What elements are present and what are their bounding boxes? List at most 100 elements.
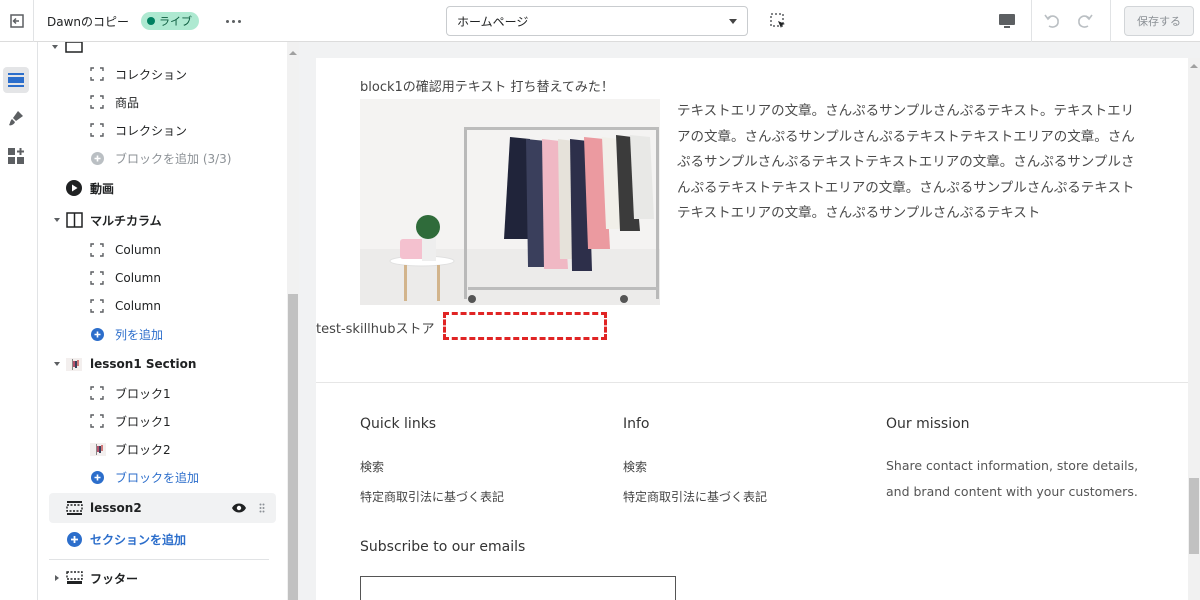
info-heading: Info: [623, 416, 650, 432]
apps-tab[interactable]: [3, 143, 29, 169]
selected-empty-block-outline[interactable]: [443, 312, 607, 340]
sidebar-item-collection[interactable]: コレクション: [38, 117, 287, 143]
add-circle-icon: [91, 151, 104, 165]
sidebar-item-label: ブロックを追加: [115, 470, 200, 485]
block-icon: [90, 414, 104, 428]
chevron-down-icon: [52, 45, 58, 49]
add-block-button[interactable]: ブロックを追加: [38, 464, 287, 490]
page-select-value: ホームページ: [457, 14, 529, 29]
dot-icon: [225, 19, 229, 23]
sidebar-item-block1[interactable]: ブロック1: [38, 380, 287, 406]
sidebar-item-label: ブロック1: [115, 386, 171, 401]
exit-icon: [9, 14, 24, 28]
image-thumb-icon: [90, 443, 106, 456]
sidebar-item-label: コレクション: [115, 67, 188, 82]
top-bar: Dawnのコピー ライブ ホームページ 保存する: [0, 0, 1200, 42]
add-section-button[interactable]: セクションを追加: [38, 526, 287, 552]
save-button[interactable]: 保存する: [1124, 6, 1194, 36]
theme-name: Dawnのコピー: [47, 15, 130, 29]
eye-icon[interactable]: [231, 502, 247, 514]
left-rail: [0, 42, 38, 600]
dot-icon: [231, 19, 235, 23]
chevron-down-icon: [54, 362, 60, 366]
add-column-button[interactable]: 列を追加: [38, 321, 287, 347]
status-badge-label: ライブ: [159, 15, 192, 28]
sidebar-item-label: セクションを追加: [90, 532, 187, 547]
exit-button[interactable]: [0, 0, 34, 42]
scroll-up-arrow-icon[interactable]: [1190, 64, 1198, 68]
sidebar-item-label: 商品: [115, 95, 140, 110]
sidebar-item-video[interactable]: 動画: [38, 175, 287, 201]
sidebar-scrollbar-thumb[interactable]: [288, 294, 298, 600]
preview-scrollbar-thumb[interactable]: [1189, 478, 1199, 554]
status-badge: ライブ: [141, 12, 199, 30]
sidebar-item-label: ブロックを追加 (3/3): [115, 151, 232, 166]
add-circle-icon: [91, 327, 104, 341]
sidebar-item-label: Column: [115, 299, 161, 313]
image-thumb-icon: [66, 358, 82, 371]
desktop-preview-icon[interactable]: [996, 10, 1018, 32]
email-input[interactable]: [360, 576, 676, 600]
add-block-button-disabled[interactable]: ブロックを追加 (3/3): [38, 145, 287, 171]
sidebar-partial-section[interactable]: [38, 42, 287, 60]
store-name-label: test-skillhubストア: [316, 322, 435, 337]
sections-icon: [8, 73, 24, 87]
clothes-rack-image: [360, 99, 660, 305]
sidebar-item-column[interactable]: Column: [38, 265, 287, 291]
chevron-down-icon: [54, 218, 60, 222]
sidebar-item-lesson1-section[interactable]: lesson1 Section: [38, 351, 287, 377]
footer-divider: [316, 382, 1188, 383]
undo-icon[interactable]: [1041, 10, 1063, 32]
apps-icon: [8, 148, 24, 164]
mission-text: Share contact information, store details…: [886, 458, 1139, 499]
clothes-rack-illustration: [360, 99, 660, 305]
redo-icon[interactable]: [1074, 10, 1096, 32]
sidebar-item-lesson2[interactable]: lesson2: [49, 493, 276, 523]
sidebar-item-label: マルチカラム: [90, 213, 162, 228]
sidebar-item-block2[interactable]: ブロック2: [38, 436, 287, 462]
scroll-up-arrow-icon[interactable]: [289, 51, 297, 55]
sidebar-item-block1[interactable]: ブロック1: [38, 408, 287, 434]
sections-tab[interactable]: [3, 67, 29, 93]
sidebar-item-footer[interactable]: フッター: [38, 565, 287, 591]
sidebar-item-label: ブロック1: [115, 414, 171, 429]
play-icon: [66, 180, 82, 196]
block-icon: [90, 123, 104, 137]
sidebar-item-column[interactable]: Column: [38, 237, 287, 263]
footer-link[interactable]: 特定商取引法に基づく表記: [360, 488, 504, 505]
sidebar-item-label: lesson2: [90, 501, 142, 515]
sidebar-item-label: 動画: [90, 181, 115, 196]
quick-links-heading: Quick links: [360, 416, 437, 432]
text-area-content: テキストエリアの文章。さんぷるサンプルさんぷるテキスト。テキストエリアの文章。さ…: [677, 103, 1135, 221]
sidebar-item-multicolumn[interactable]: マルチカラム: [38, 207, 287, 233]
toolbar-divider: [1110, 0, 1111, 42]
page-select[interactable]: ホームページ: [446, 6, 748, 36]
drag-handle-icon[interactable]: [259, 503, 265, 513]
add-circle-icon: [67, 531, 82, 547]
theme-settings-tab[interactable]: [3, 105, 29, 131]
inspector-icon[interactable]: [768, 11, 788, 31]
block-icon: [90, 243, 104, 257]
toolbar-divider: [1031, 0, 1032, 42]
sidebar-item-label: 列を追加: [115, 327, 164, 342]
block-icon: [90, 67, 104, 81]
brush-icon: [9, 111, 23, 126]
chevron-right-icon: [55, 575, 59, 581]
sidebar-item-label: ブロック2: [115, 442, 171, 457]
footer-link[interactable]: 特定商取引法に基づく表記: [623, 488, 767, 505]
sidebar-item-column[interactable]: Column: [38, 293, 287, 319]
footer-link[interactable]: 検索: [623, 458, 647, 475]
dot-icon: [237, 19, 241, 23]
storefront-preview: block1の確認用テキスト 打ち替えてみた！ テキストエリアの文章。さんぷるサ…: [316, 58, 1188, 600]
block-caption: block1の確認用テキスト 打ち替えてみた！: [360, 80, 614, 95]
subscribe-heading: Subscribe to our emails: [360, 539, 526, 555]
more-actions-button[interactable]: [222, 12, 244, 30]
sidebar-item-label: lesson1 Section: [90, 357, 197, 371]
live-dot-icon: [147, 17, 155, 25]
add-circle-icon: [91, 470, 104, 484]
sidebar-divider: [49, 559, 269, 560]
sidebar-item-collection[interactable]: コレクション: [38, 61, 287, 87]
footer-link[interactable]: 検索: [360, 458, 384, 475]
sidebar-item-product[interactable]: 商品: [38, 89, 287, 115]
block-icon: [90, 95, 104, 109]
